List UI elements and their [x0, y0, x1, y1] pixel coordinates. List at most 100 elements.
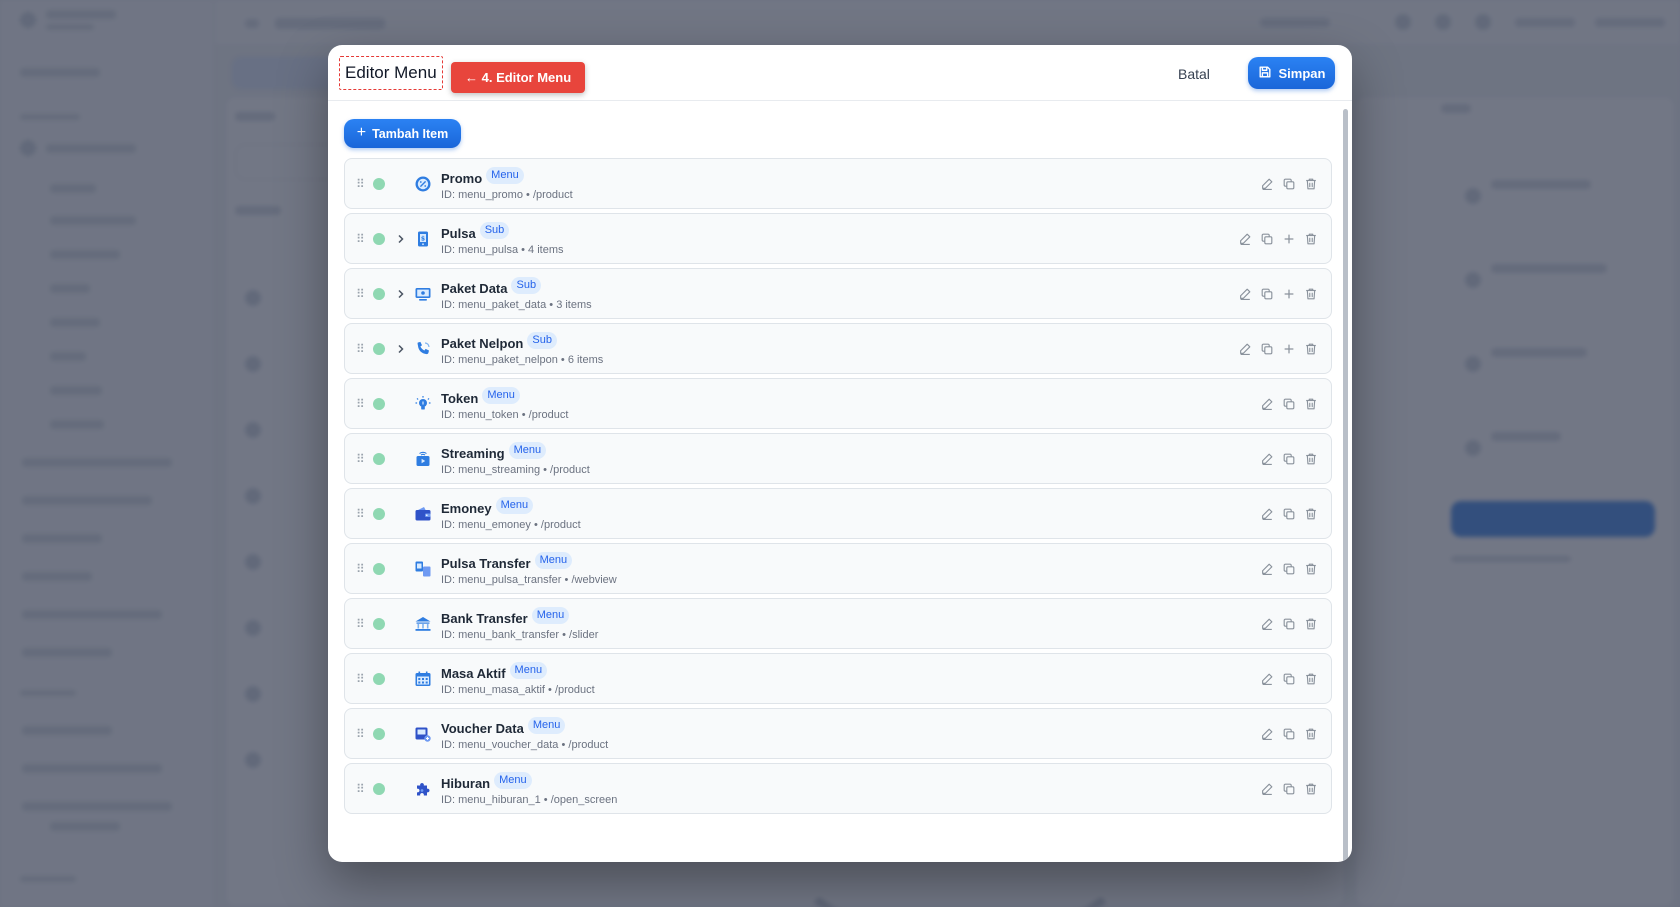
status-dot[interactable]: [373, 343, 385, 355]
duplicate-icon[interactable]: [1281, 781, 1297, 797]
drag-handle-icon[interactable]: ⠿: [356, 507, 365, 521]
edit-icon[interactable]: [1259, 781, 1275, 797]
status-dot[interactable]: [373, 178, 385, 190]
modal-scrollbar[interactable]: [1343, 109, 1348, 862]
cancel-button[interactable]: Batal: [1178, 62, 1210, 86]
duplicate-icon[interactable]: [1259, 286, 1275, 302]
meta-separator: •: [562, 629, 566, 641]
add-item-button[interactable]: + Tambah Item: [344, 119, 461, 148]
item-type-badge: Menu: [534, 552, 573, 569]
status-dot[interactable]: [373, 563, 385, 575]
status-dot[interactable]: [373, 673, 385, 685]
edit-icon[interactable]: [1237, 231, 1253, 247]
duplicate-icon[interactable]: [1281, 506, 1297, 522]
status-dot[interactable]: [373, 508, 385, 520]
trash-icon[interactable]: [1303, 341, 1319, 357]
menu-item-detail: 6 items: [567, 354, 604, 366]
status-dot[interactable]: [373, 783, 385, 795]
trash-icon[interactable]: [1303, 231, 1319, 247]
duplicate-icon[interactable]: [1281, 616, 1297, 632]
drag-handle-icon[interactable]: ⠿: [356, 397, 365, 411]
edit-icon[interactable]: [1259, 671, 1275, 687]
trash-icon[interactable]: [1303, 781, 1319, 797]
duplicate-icon[interactable]: [1281, 396, 1297, 412]
edit-icon[interactable]: [1259, 561, 1275, 577]
drag-handle-icon[interactable]: ⠿: [356, 177, 365, 191]
status-dot[interactable]: [373, 233, 385, 245]
drag-handle-icon[interactable]: ⠿: [356, 617, 365, 631]
row-actions: [1259, 561, 1319, 577]
menu-item-row[interactable]: ⠿ Paket Data Sub ID: menu_paket_data • 3 it…: [344, 268, 1332, 319]
duplicate-icon[interactable]: [1281, 561, 1297, 577]
add-child-icon[interactable]: [1281, 231, 1297, 247]
menu-item-row[interactable]: ⠿ Hiburan Menu ID: menu_hiburan_1 • /open_s…: [344, 763, 1332, 814]
menu-item-row[interactable]: ⠿ Voucher Data Menu ID: menu_voucher_data •…: [344, 708, 1332, 759]
duplicate-icon[interactable]: [1259, 341, 1275, 357]
trash-icon[interactable]: [1303, 396, 1319, 412]
menu-item-row[interactable]: ⠿ Masa Aktif Menu ID: menu_masa_aktif • /pr…: [344, 653, 1332, 704]
puzzle-icon: [414, 780, 432, 798]
status-dot[interactable]: [373, 618, 385, 630]
trash-icon[interactable]: [1303, 561, 1319, 577]
menu-item-row[interactable]: ⠿ Streaming Menu ID: menu_streaming • /prod…: [344, 433, 1332, 484]
drag-handle-icon[interactable]: ⠿: [356, 727, 365, 741]
menu-item-meta: ID: menu_pulsa • 4 items: [441, 244, 564, 257]
menu-item-id: menu_masa_aktif: [458, 684, 545, 696]
menu-item-label: Promo: [441, 171, 483, 186]
trash-icon[interactable]: [1303, 451, 1319, 467]
step-annotation-badge: ← 4. Editor Menu: [451, 62, 586, 93]
edit-icon[interactable]: [1237, 286, 1253, 302]
trash-icon[interactable]: [1303, 726, 1319, 742]
menu-item-row[interactable]: ⠿ Paket Nelpon Sub ID: menu_paket_nelpon • …: [344, 323, 1332, 374]
edit-icon[interactable]: [1259, 396, 1275, 412]
status-dot[interactable]: [373, 728, 385, 740]
drag-handle-icon[interactable]: ⠿: [356, 342, 365, 356]
id-prefix: ID:: [441, 354, 456, 366]
duplicate-icon[interactable]: [1281, 451, 1297, 467]
add-child-icon[interactable]: [1281, 341, 1297, 357]
edit-icon[interactable]: [1237, 341, 1253, 357]
meta-separator: •: [526, 189, 530, 201]
status-dot[interactable]: [373, 398, 385, 410]
duplicate-icon[interactable]: [1259, 231, 1275, 247]
scrollbar-thumb[interactable]: [1343, 109, 1348, 862]
edit-icon[interactable]: [1259, 726, 1275, 742]
status-dot[interactable]: [373, 288, 385, 300]
drag-handle-icon[interactable]: ⠿: [356, 452, 365, 466]
duplicate-icon[interactable]: [1281, 726, 1297, 742]
save-button[interactable]: Simpan: [1248, 57, 1335, 89]
menu-item-label: Paket Data: [441, 281, 508, 296]
menu-item-row[interactable]: ⠿ Promo Menu ID: menu_promo • /product: [344, 158, 1332, 209]
chevron-right-icon[interactable]: [396, 285, 406, 303]
add-child-icon[interactable]: [1281, 286, 1297, 302]
menu-item-row[interactable]: ⠿ $ Pulsa Sub ID: menu_pulsa • 4 items: [344, 213, 1332, 264]
duplicate-icon[interactable]: [1281, 176, 1297, 192]
chevron-right-icon[interactable]: [396, 230, 406, 248]
status-dot[interactable]: [373, 453, 385, 465]
drag-handle-icon[interactable]: ⠿: [356, 782, 365, 796]
menu-item-row[interactable]: ⠿ Pulsa Transfer Menu ID: menu_pulsa_transf…: [344, 543, 1332, 594]
trash-icon[interactable]: [1303, 616, 1319, 632]
trash-icon[interactable]: [1303, 671, 1319, 687]
menu-item-row[interactable]: ⠿ Token Menu ID: menu_token • /product: [344, 378, 1332, 429]
trash-icon[interactable]: [1303, 506, 1319, 522]
trash-icon[interactable]: [1303, 176, 1319, 192]
edit-icon[interactable]: [1259, 176, 1275, 192]
drag-handle-icon[interactable]: ⠿: [356, 562, 365, 576]
chevron-right-icon[interactable]: [396, 340, 406, 358]
edit-icon[interactable]: [1259, 616, 1275, 632]
menu-item-row[interactable]: ⠿ Bank Transfer Menu ID: menu_bank_transfer…: [344, 598, 1332, 649]
drag-handle-icon[interactable]: ⠿: [356, 287, 365, 301]
menu-item-meta: ID: menu_promo • /product: [441, 189, 573, 202]
drag-handle-icon[interactable]: ⠿: [356, 672, 365, 686]
edit-icon[interactable]: [1259, 451, 1275, 467]
trash-icon[interactable]: [1303, 286, 1319, 302]
id-prefix: ID:: [441, 574, 456, 586]
menu-item-row[interactable]: ⠿ Emoney Menu ID: menu_emoney • /product: [344, 488, 1332, 539]
duplicate-icon[interactable]: [1281, 671, 1297, 687]
row-actions: [1259, 506, 1319, 522]
edit-icon[interactable]: [1259, 506, 1275, 522]
drag-handle-icon[interactable]: ⠿: [356, 232, 365, 246]
row-actions: [1237, 341, 1319, 357]
row-actions: [1259, 671, 1319, 687]
